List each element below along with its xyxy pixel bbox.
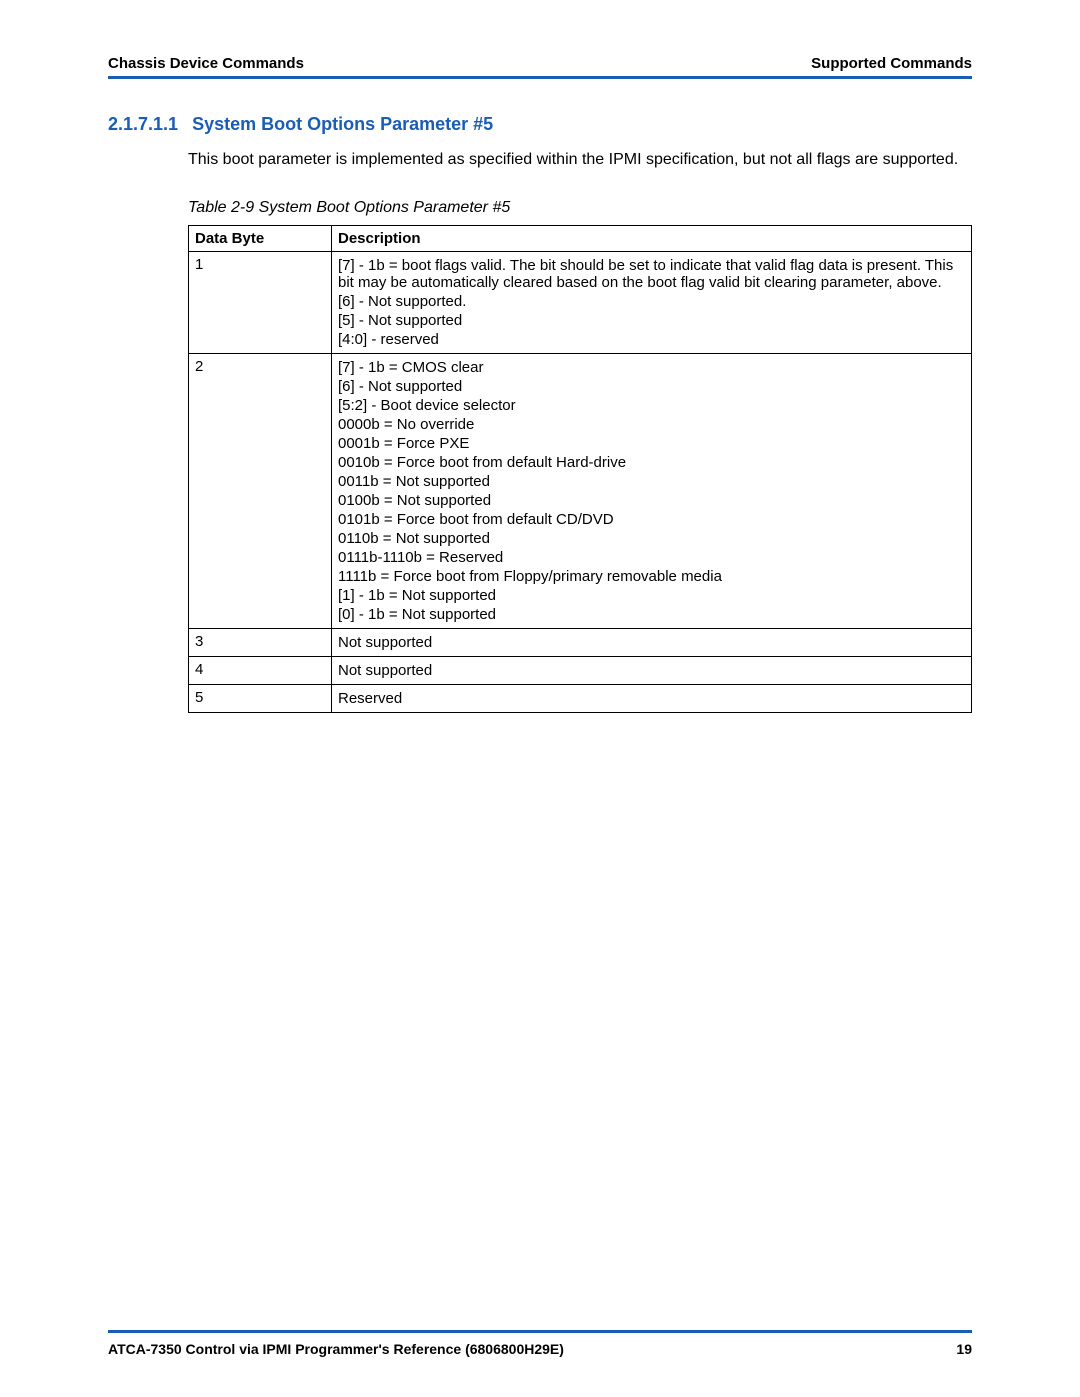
description-line: 1111b = Force boot from Floppy/primary r… [338,567,965,586]
footer-left: ATCA-7350 Control via IPMI Programmer's … [108,1341,564,1357]
cell-databyte: 2 [189,353,332,628]
table-row: 3 Not supported [189,628,972,656]
cell-description: Not supported [332,628,972,656]
table-row: 2[7] - 1b = CMOS clear[6] - Not supporte… [189,353,972,628]
description-line: [7] - 1b = CMOS clear [338,358,965,377]
description-line: [5:2] - Boot device selector [338,396,965,415]
running-header: Chassis Device Commands Supported Comman… [108,55,972,76]
description-line: 0110b = Not supported [338,529,965,548]
description-line: [4:0] - reserved [338,330,965,349]
table-row: 1[7] - 1b = boot flags valid. The bit sh… [189,251,972,353]
description-line: [6] - Not supported. [338,292,965,311]
description-line: 0100b = Not supported [338,491,965,510]
section-title: System Boot Options Parameter #5 [192,114,493,135]
section-number: 2.1.7.1.1 [108,114,178,135]
header-rule [108,76,972,79]
col-header-description: Description [332,225,972,251]
table-header-row: Data Byte Description [189,225,972,251]
description-line: Reserved [338,689,965,708]
description-line: [0] - 1b = Not supported [338,605,965,624]
footer-rule [108,1330,972,1333]
intro-paragraph: This boot parameter is implemented as sp… [188,149,972,171]
running-footer: ATCA-7350 Control via IPMI Programmer's … [108,1341,972,1357]
description-line: 0000b = No override [338,415,965,434]
spacer [108,713,972,1330]
col-header-databyte: Data Byte [189,225,332,251]
description-line: 0001b = Force PXE [338,434,965,453]
cell-databyte: 4 [189,656,332,684]
description-line: Not supported [338,633,965,652]
description-line: [6] - Not supported [338,377,965,396]
description-line: [5] - Not supported [338,311,965,330]
footer-page-number: 19 [956,1341,972,1357]
description-line: Not supported [338,661,965,680]
table-row: 5 Reserved [189,684,972,712]
description-line: 0010b = Force boot from default Hard-dri… [338,453,965,472]
description-line: 0111b-1110b = Reserved [338,548,965,567]
header-right: Supported Commands [811,55,972,72]
description-line: 0011b = Not supported [338,472,965,491]
table-row: 4 Not supported [189,656,972,684]
cell-description: [7] - 1b = boot flags valid. The bit sho… [332,251,972,353]
table-caption: Table 2-9 System Boot Options Parameter … [188,199,972,217]
description-line: [1] - 1b = Not supported [338,586,965,605]
cell-databyte: 3 [189,628,332,656]
cell-description: Not supported [332,656,972,684]
cell-description: [7] - 1b = CMOS clear[6] - Not supported… [332,353,972,628]
cell-databyte: 1 [189,251,332,353]
page: Chassis Device Commands Supported Comman… [0,0,1080,1397]
cell-description: Reserved [332,684,972,712]
cell-databyte: 5 [189,684,332,712]
description-line: 0101b = Force boot from default CD/DVD [338,510,965,529]
section-heading: 2.1.7.1.1 System Boot Options Parameter … [108,114,972,135]
header-left: Chassis Device Commands [108,55,304,72]
boot-options-table: Data Byte Description 1[7] - 1b = boot f… [188,225,972,713]
description-line: [7] - 1b = boot flags valid. The bit sho… [338,256,965,292]
